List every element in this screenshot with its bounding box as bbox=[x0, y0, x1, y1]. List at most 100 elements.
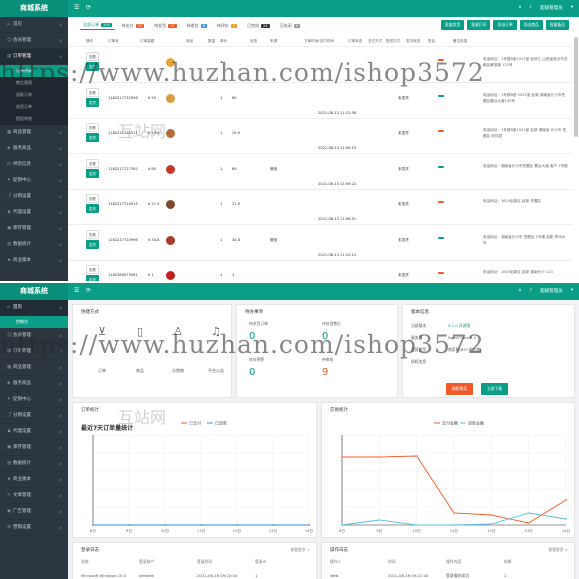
view-button[interactable]: 查看 bbox=[86, 194, 99, 203]
sidebar-item[interactable]: ▣ 库存管理 ∨ bbox=[0, 221, 68, 237]
submenu-item[interactable]: 退货订单 bbox=[0, 101, 68, 113]
tab-0[interactable]: 全部订单 104 bbox=[80, 21, 115, 30]
sidebar-item[interactable]: ⌂ 首页 ∧ bbox=[0, 300, 68, 316]
sidebar-item[interactable]: ◈ 服务商品 ∨ bbox=[0, 376, 68, 392]
tab-label: 全部订单 bbox=[83, 22, 99, 27]
sidebar-item[interactable]: ✦ 促销中心 ∨ bbox=[0, 173, 68, 189]
scrollbar[interactable] bbox=[574, 37, 578, 137]
tab-5[interactable]: 已完成 24 bbox=[244, 21, 272, 30]
ship-button[interactable]: 发货 bbox=[86, 133, 99, 142]
tab-3[interactable]: 待收货 6 bbox=[184, 21, 210, 30]
chevron-down-icon[interactable]: ▾ bbox=[571, 5, 573, 11]
log-cell: 2021-08-16 09:22:44 bbox=[197, 573, 238, 578]
toolbar-button[interactable]: 导出商品 bbox=[519, 20, 543, 30]
ship-button[interactable]: 发货 bbox=[86, 204, 99, 213]
toolbar-button[interactable]: 批量打印 bbox=[467, 20, 491, 30]
refresh-icon[interactable]: ⟳ bbox=[86, 4, 91, 12]
unit-price: 89 bbox=[232, 166, 237, 171]
tab-label: 待支付 bbox=[121, 22, 134, 28]
view-button[interactable]: 查看 bbox=[86, 87, 99, 97]
tab-1[interactable]: 待支付 37 bbox=[119, 21, 147, 30]
sidebar-item[interactable]: ▦ 商品管理 ∨ bbox=[0, 360, 68, 376]
buy-license-button[interactable]: 授权购买 bbox=[446, 383, 474, 395]
view-button[interactable]: 查看 bbox=[86, 158, 99, 168]
todo-value[interactable]: 0 bbox=[249, 367, 255, 378]
sidebar-item[interactable]: ⤴ 分销设置 ∨ bbox=[0, 189, 68, 205]
bell-icon[interactable]: ♪ bbox=[529, 5, 532, 11]
submenu-item[interactable]: 提现转账 bbox=[0, 113, 68, 125]
toolbar-button[interactable]: 批量发货 bbox=[441, 20, 465, 30]
sidebar-item[interactable]: ♟ 代理设置 ∨ bbox=[0, 424, 68, 440]
data-point bbox=[490, 513, 493, 517]
op-log-more-link[interactable]: 查看更多 > bbox=[548, 547, 568, 553]
view-button[interactable]: 查看 bbox=[86, 229, 99, 239]
view-button[interactable]: 查看 bbox=[86, 123, 99, 132]
sidebar-item[interactable]: ★ 商业版本 ∨ bbox=[0, 253, 68, 269]
watermark-url: https://www.huzhan.com/ishop3572 bbox=[0, 58, 485, 87]
sidebar-item[interactable]: ◈ 服务商品 ∨ bbox=[0, 141, 68, 157]
sidebar-item-label: 数据统计 bbox=[13, 242, 31, 247]
user-menu[interactable]: 超级管理员 bbox=[540, 288, 563, 294]
data-point bbox=[452, 511, 456, 515]
ship-button[interactable]: 发货 bbox=[86, 239, 99, 249]
refresh-icon[interactable]: ⟳ bbox=[86, 287, 91, 295]
order-chart-title: 订单统计 bbox=[81, 408, 99, 413]
column-header: 商品 bbox=[186, 39, 194, 43]
home-icon[interactable]: ⌂ bbox=[519, 5, 522, 11]
chevron-icon: ∨ bbox=[59, 429, 62, 434]
sidebar-item[interactable]: ◉ 广告管理 ∨ bbox=[0, 504, 68, 520]
tab-6[interactable]: 已关闭 6 bbox=[277, 21, 303, 30]
op-log-title: 操作日志 bbox=[330, 548, 348, 553]
sidebar-item[interactable]: ⤴ 分销设置 ∨ bbox=[0, 408, 68, 424]
version-value: 5.1.0 开源版 bbox=[448, 323, 471, 328]
ship-status: 未发货 bbox=[398, 131, 409, 135]
chevron-icon: ∨ bbox=[59, 226, 62, 231]
submenu-item[interactable]: 控制台 bbox=[0, 316, 68, 328]
toolbar-button[interactable]: 批量备注 bbox=[545, 20, 569, 30]
chevron-icon: ∨ bbox=[59, 130, 62, 135]
sidebar-item[interactable]: ⌂ 首页 ∨ bbox=[0, 17, 68, 33]
home-icon[interactable]: ⌂ bbox=[519, 288, 522, 294]
ship-button[interactable]: 发货 bbox=[86, 97, 99, 107]
user-menu[interactable]: 超级管理员 bbox=[540, 5, 563, 11]
sidebar-item-label: 商品管理 bbox=[13, 365, 31, 370]
x-tick-label: 11日 bbox=[197, 529, 205, 533]
todo-value[interactable]: 9 bbox=[322, 367, 328, 378]
quick-link-label: 平台公告 bbox=[208, 368, 224, 373]
sidebar-item[interactable]: ⇄ 供货信息 ∨ bbox=[0, 157, 68, 173]
view-button[interactable]: 查看 bbox=[86, 265, 99, 274]
sidebar-item[interactable]: ✦ 促销中心 ∨ bbox=[0, 392, 68, 408]
x-tick-label: 10日 bbox=[161, 529, 169, 533]
count-badge: 24 bbox=[261, 23, 270, 28]
menu-toggle-icon[interactable]: ☰ bbox=[74, 287, 79, 295]
menu-toggle-icon[interactable]: ☰ bbox=[74, 4, 79, 12]
unit-price: 21.9 bbox=[232, 202, 241, 206]
sidebar-item[interactable]: ⚙ 营销设置 ∨ bbox=[0, 520, 68, 536]
sidebar-item-label: 服务商品 bbox=[13, 146, 31, 151]
login-log-more-link[interactable]: 查看更多 > bbox=[290, 547, 310, 553]
bell-icon[interactable]: ♪ bbox=[529, 288, 532, 294]
chevron-icon: ∨ bbox=[59, 525, 62, 530]
sidebar-item[interactable]: ▦ 商品管理 ∨ bbox=[0, 125, 68, 141]
chevron-icon: ∨ bbox=[59, 162, 62, 167]
ship-button[interactable]: 发货 bbox=[86, 168, 99, 178]
sidebar-item[interactable]: ▥ 数据统计 ∨ bbox=[0, 456, 68, 472]
chevron-down-icon[interactable]: ▾ bbox=[571, 288, 573, 294]
sidebar-item-label: 会员管理 bbox=[13, 38, 31, 43]
order-chart-card: 订单统计 最近7天订单量统计 已支付 已退款 8日 9日 10日 11日 12日 13日 14日 bbox=[72, 402, 317, 538]
submenu-item[interactable]: 退款订单 bbox=[0, 89, 68, 101]
sidebar-item[interactable]: ✎ 文章管理 ∨ bbox=[0, 488, 68, 504]
column-header: 订单号 bbox=[108, 39, 119, 43]
sidebar-item[interactable]: ★ 商业版本 ∨ bbox=[0, 472, 68, 488]
download-button[interactable]: 立即下载 bbox=[481, 383, 509, 395]
tab-2[interactable]: 待发货 17 bbox=[151, 21, 179, 30]
tab-4[interactable]: 待评价 1 bbox=[214, 21, 240, 30]
chevron-icon: ∨ bbox=[59, 413, 62, 418]
sidebar-item[interactable]: ▣ 库存管理 ∨ bbox=[0, 440, 68, 456]
toolbar-button[interactable]: 导出订单 bbox=[493, 20, 517, 30]
sidebar-item[interactable]: ♟ 代理设置 ∨ bbox=[0, 205, 68, 221]
sidebar-item[interactable]: ☺会员管理 ∨ bbox=[0, 33, 68, 49]
sidebar-item[interactable]: ▥ 数据统计 ∨ bbox=[0, 237, 68, 253]
column-header: 数量 bbox=[208, 39, 216, 43]
ship-button[interactable]: 发货 bbox=[86, 275, 99, 281]
